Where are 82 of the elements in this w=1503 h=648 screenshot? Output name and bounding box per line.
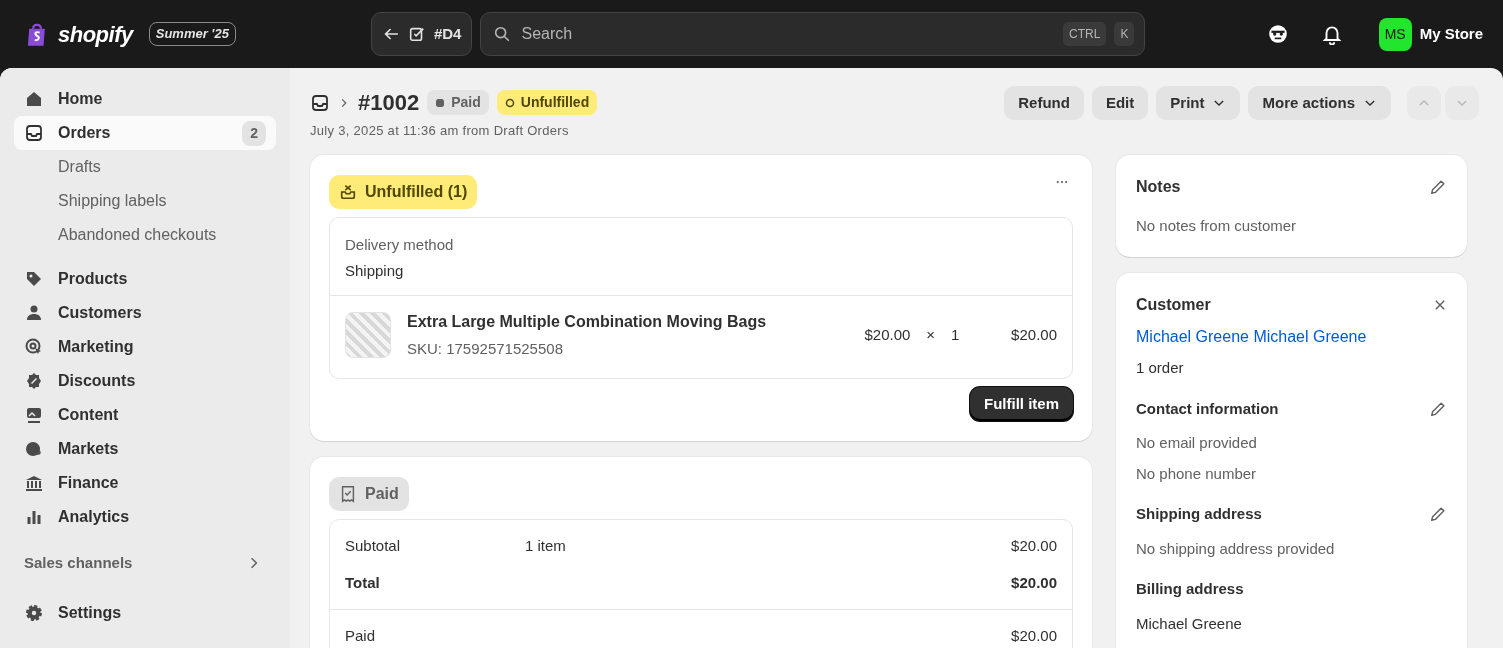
search-input[interactable]: Search: [519, 21, 1056, 47]
tag-icon: [24, 269, 44, 289]
section-text: No email provided: [1136, 433, 1258, 453]
section-title: Billing address: [1136, 579, 1244, 599]
product-title[interactable]: Extra Large Multiple Combination Moving Bags: [407, 309, 767, 334]
home-icon: [24, 89, 44, 109]
box-icon: [339, 182, 357, 201]
search-icon: [493, 25, 512, 43]
summary-amount: $20.00: [1011, 626, 1057, 646]
draft-number: #D4: [433, 23, 462, 44]
customer-name-link[interactable]: Michael Greene Michael Greene: [1136, 325, 1367, 349]
card-title: Customer: [1136, 295, 1211, 315]
status-badge: Paid: [329, 477, 409, 511]
product-sku: SKU: 17592571525508: [407, 338, 564, 359]
status-badge: Unfulfilled: [496, 90, 598, 115]
sidebar-item[interactable]: Settings: [14, 596, 276, 630]
action-button[interactable]: Refund: [1004, 86, 1084, 120]
store-name[interactable]: My Store: [1419, 22, 1483, 46]
notes-text: No notes from customer: [1136, 215, 1298, 236]
pencil-edit-icon[interactable]: [1429, 505, 1447, 524]
bank-building-icon: [24, 473, 44, 493]
status-badge: Unfulfilled (1): [329, 174, 478, 209]
logo-text: shopify: [58, 20, 133, 49]
edition-badge: Summer '25: [148, 22, 236, 46]
section-title: Contact information: [1136, 398, 1279, 419]
close-icon[interactable]: [1433, 298, 1447, 312]
order-subtitle: July 3, 2025 at 11:36 am from Draft Orders: [310, 122, 570, 140]
inbox-tray-icon: [24, 123, 44, 143]
action-button[interactable]: Print: [1156, 86, 1241, 120]
section-text: No phone number: [1136, 463, 1258, 484]
summary-amount: $20.00: [1011, 536, 1057, 556]
multiply-sign: ×: [926, 324, 936, 345]
gear-icon: [24, 603, 44, 623]
monitor-image-icon: [24, 405, 44, 425]
sidebar-item[interactable]: Analytics: [14, 500, 276, 534]
quantity: 1: [951, 324, 961, 345]
sidebar-item[interactable]: Products: [14, 262, 276, 296]
delivery-method-value: Shipping: [345, 261, 405, 281]
mascot-face-icon[interactable]: [1266, 23, 1289, 45]
summary-label: Paid: [345, 626, 377, 646]
sidebar-subitem[interactable]: Shipping labels: [14, 184, 276, 218]
sidebar-subitem[interactable]: Drafts: [14, 150, 276, 184]
product-image-placeholder: [345, 311, 391, 358]
order-count: 1 order: [1136, 358, 1185, 378]
draft-edit-icon: [407, 25, 426, 43]
action-button[interactable]: Edit: [1091, 86, 1149, 120]
total-amount: $20.00: [1011, 572, 1057, 593]
section-text: No shipping address provided: [1136, 538, 1336, 559]
summary-detail: 1 item: [525, 536, 566, 556]
card-title: Notes: [1136, 176, 1181, 197]
sidebar-item[interactable]: Markets: [14, 432, 276, 466]
line-total: $20.00: [1011, 324, 1057, 345]
store-avatar[interactable]: MS: [1378, 17, 1412, 51]
order-number: #1002: [358, 89, 420, 117]
sidebar-item[interactable]: Marketing: [14, 330, 276, 364]
sidebar-item[interactable]: Content: [14, 398, 276, 432]
search-bar[interactable]: Search CTRL K: [480, 12, 1146, 56]
draft-chip[interactable]: #D4: [370, 12, 473, 56]
action-button[interactable]: More actions: [1248, 86, 1391, 120]
count-badge: 2: [242, 120, 266, 146]
sidebar-item[interactable]: Discounts: [14, 364, 276, 398]
total-label: Total: [345, 572, 381, 593]
discount-badge-icon: [24, 371, 44, 391]
summary-label: Subtotal: [345, 536, 402, 556]
status-badge: Paid: [427, 90, 489, 115]
section-title: Shipping address: [1136, 504, 1262, 524]
receipt-check-icon: [339, 485, 357, 503]
section-text: Michael Greene: [1136, 613, 1243, 634]
unit-price: $20.00: [864, 324, 911, 345]
keyboard-key: CTRL: [1063, 22, 1107, 46]
hollow-dot-icon: [504, 97, 515, 108]
sales-channels-header[interactable]: Sales channels: [14, 548, 276, 578]
sidebar-item[interactable]: Home: [14, 82, 276, 116]
sidebar-item[interactable]: Customers: [14, 296, 276, 330]
person-icon: [24, 303, 44, 323]
sidebar-item[interactable]: Orders 2: [14, 116, 276, 150]
sidebar-subitem[interactable]: Abandoned checkouts: [14, 218, 276, 252]
inbox-tray-icon[interactable]: [310, 92, 330, 113]
sidebar-item[interactable]: Finance: [14, 466, 276, 500]
fulfill-item-button[interactable]: Fulfill item: [970, 387, 1073, 421]
keyboard-key: K: [1114, 22, 1135, 46]
delivery-method-label: Delivery method: [345, 234, 455, 255]
